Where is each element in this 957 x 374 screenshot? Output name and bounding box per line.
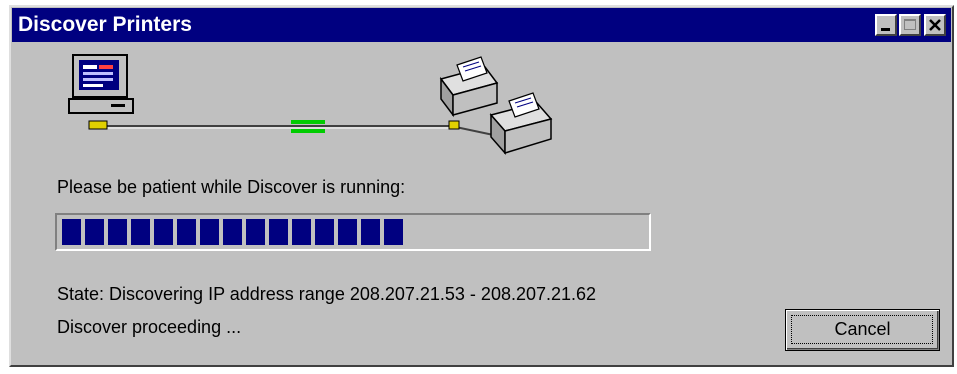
progress-segment <box>338 219 357 245</box>
status-text: Discover proceeding ... <box>57 317 242 337</box>
progress-segment <box>200 219 219 245</box>
network-illustration <box>68 54 553 155</box>
progress-segment <box>177 219 196 245</box>
printer-icon <box>439 56 499 130</box>
progress-segment <box>246 219 265 245</box>
progress-segment <box>62 219 81 245</box>
patience-message: Please be patient while Discover is runn… <box>57 177 406 197</box>
progress-fill <box>62 219 403 245</box>
progress-bar <box>55 213 651 251</box>
computer-icon <box>68 54 134 130</box>
progress-segment <box>292 219 311 245</box>
progress-segment <box>85 219 104 245</box>
progress-segment <box>384 219 403 245</box>
printer-icon <box>489 92 553 155</box>
cancel-button-label: Cancel <box>834 319 891 339</box>
discover-printers-dialog: Discover Printers Please be patient whil… <box>9 5 954 367</box>
progress-segment <box>154 219 173 245</box>
state-text: State: Discovering IP address range 208.… <box>57 284 597 304</box>
progress-segment <box>315 219 334 245</box>
progress-segment <box>223 219 242 245</box>
cancel-button[interactable]: Cancel <box>785 309 940 351</box>
progress-segment <box>269 219 288 245</box>
progress-segment <box>361 219 380 245</box>
progress-segment <box>108 219 127 245</box>
progress-segment <box>131 219 150 245</box>
